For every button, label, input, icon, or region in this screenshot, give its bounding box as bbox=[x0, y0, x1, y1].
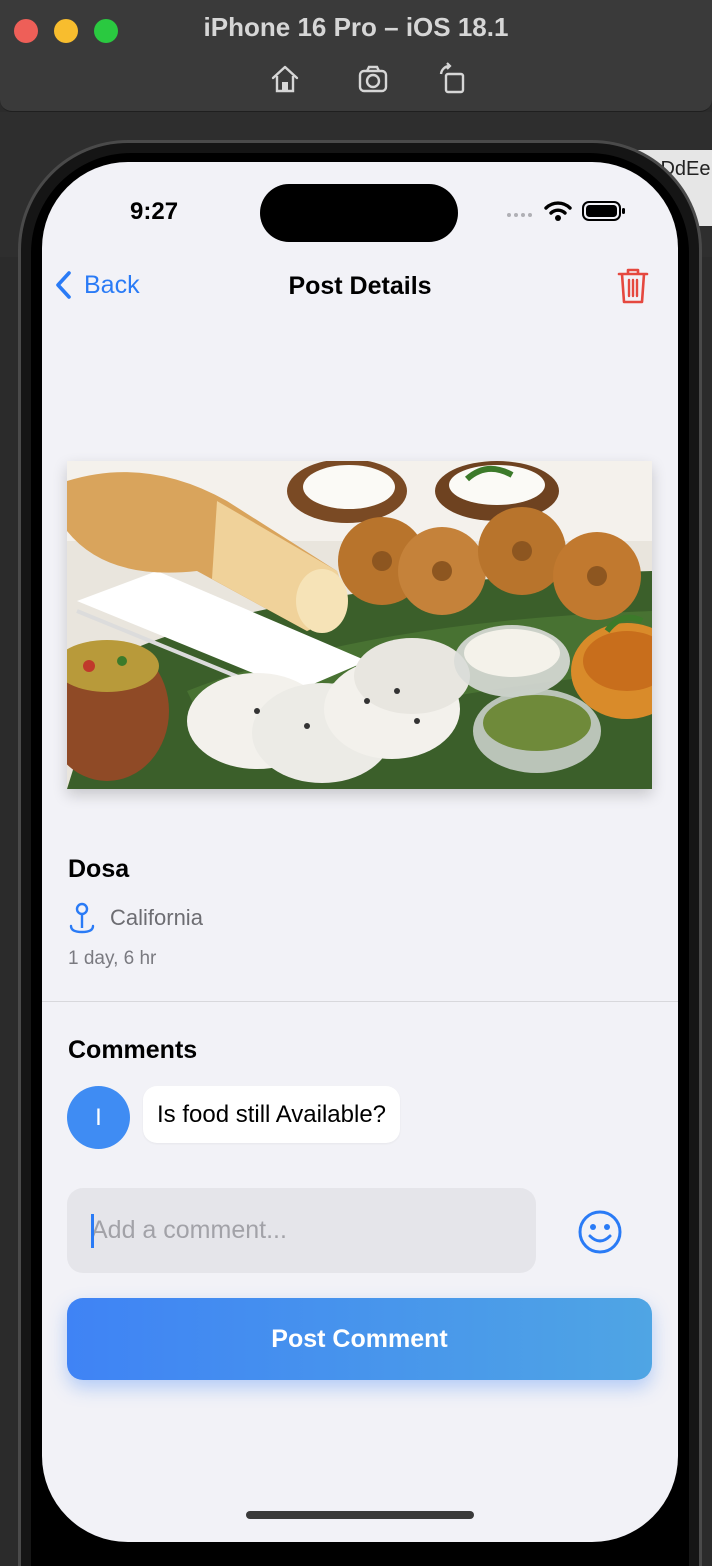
post-comment-button[interactable]: Post Comment bbox=[67, 1298, 652, 1380]
emoji-icon[interactable] bbox=[576, 1208, 624, 1261]
battery-icon bbox=[582, 200, 626, 227]
rotate-icon[interactable] bbox=[436, 62, 470, 96]
post-location: California bbox=[68, 902, 203, 934]
navigation-bar: Back Post Details bbox=[42, 262, 678, 312]
post-age: 1 day, 6 hr bbox=[68, 948, 157, 969]
comment-input[interactable] bbox=[67, 1188, 536, 1273]
post-title: Dosa bbox=[68, 855, 130, 883]
status-icons bbox=[506, 200, 626, 227]
home-indicator[interactable] bbox=[246, 1511, 474, 1519]
simulator-title: iPhone 16 Pro – iOS 18.1 bbox=[203, 12, 509, 42]
trash-icon[interactable] bbox=[616, 266, 650, 311]
home-icon[interactable] bbox=[268, 62, 302, 96]
simulator-title-bar: iPhone 16 Pro – iOS 18.1 bbox=[0, 0, 712, 112]
dynamic-island bbox=[260, 184, 458, 242]
location-label: California bbox=[110, 905, 203, 930]
location-pin-icon bbox=[69, 902, 95, 934]
post-image bbox=[67, 461, 652, 789]
page-title: Post Details bbox=[288, 272, 432, 300]
screenshot-icon[interactable] bbox=[356, 62, 390, 96]
comments-heading: Comments bbox=[68, 1036, 198, 1064]
comment-bubble: Is food still Available? bbox=[143, 1086, 401, 1143]
signal-icon bbox=[506, 205, 534, 223]
text-cursor bbox=[91, 1214, 94, 1248]
wifi-icon bbox=[544, 200, 572, 227]
divider bbox=[42, 1001, 678, 1002]
avatar: I bbox=[67, 1086, 130, 1149]
status-time: 9:27 bbox=[130, 198, 179, 225]
phone-screen: 9:27 Back Post Details Dosa California 1… bbox=[42, 162, 678, 1542]
